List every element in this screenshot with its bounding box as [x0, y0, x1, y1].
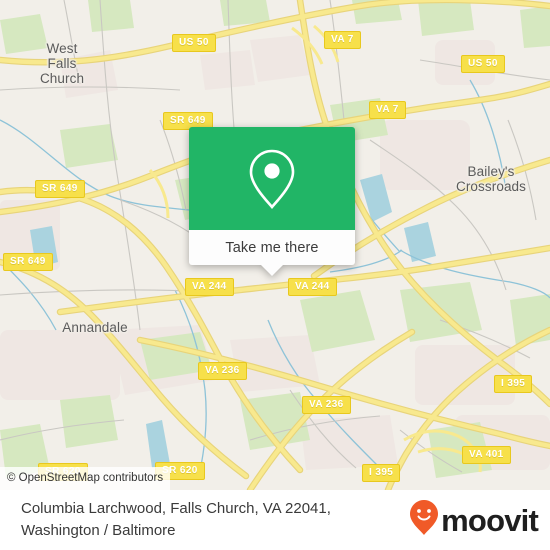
shield-i-395-east: I 395	[494, 375, 533, 393]
shield-sr-649-left: SR 649	[3, 253, 53, 271]
location-popup-card[interactable]: Take me there	[189, 127, 355, 276]
shield-va-236-east: VA 236	[302, 396, 351, 414]
map-canvas[interactable]: West Falls Church Bailey's Crossroads An…	[0, 0, 550, 490]
footer-bar: Columbia Larchwood, Falls Church, VA 220…	[0, 490, 550, 550]
shield-va-401: VA 401	[462, 446, 511, 464]
shield-va-7-north: VA 7	[324, 31, 361, 49]
map-screenshot: West Falls Church Bailey's Crossroads An…	[0, 0, 550, 550]
shield-va-236-west: VA 236	[198, 362, 247, 380]
popup-pointer	[261, 265, 283, 276]
location-pin-icon	[247, 148, 297, 210]
moovit-smiley-pin-icon	[409, 499, 439, 542]
location-title: Columbia Larchwood, Falls Church, VA 220…	[21, 500, 331, 539]
take-me-there-button[interactable]: Take me there	[189, 230, 355, 265]
shield-sr-649-west: SR 649	[35, 180, 85, 198]
moovit-logo[interactable]: moovit	[409, 499, 539, 542]
shield-va-244-east: VA 244	[288, 278, 337, 296]
shield-i-395-south: I 395	[362, 464, 401, 482]
shield-us-50-west: US 50	[172, 34, 216, 52]
shield-us-50-east: US 50	[461, 55, 505, 73]
osm-attribution[interactable]: © OpenStreetMap contributors	[0, 467, 171, 490]
shield-va-244-west: VA 244	[185, 278, 234, 296]
popup-pin-panel	[189, 127, 355, 230]
shield-va-7-south: VA 7	[369, 101, 406, 119]
moovit-wordmark: moovit	[441, 502, 539, 538]
